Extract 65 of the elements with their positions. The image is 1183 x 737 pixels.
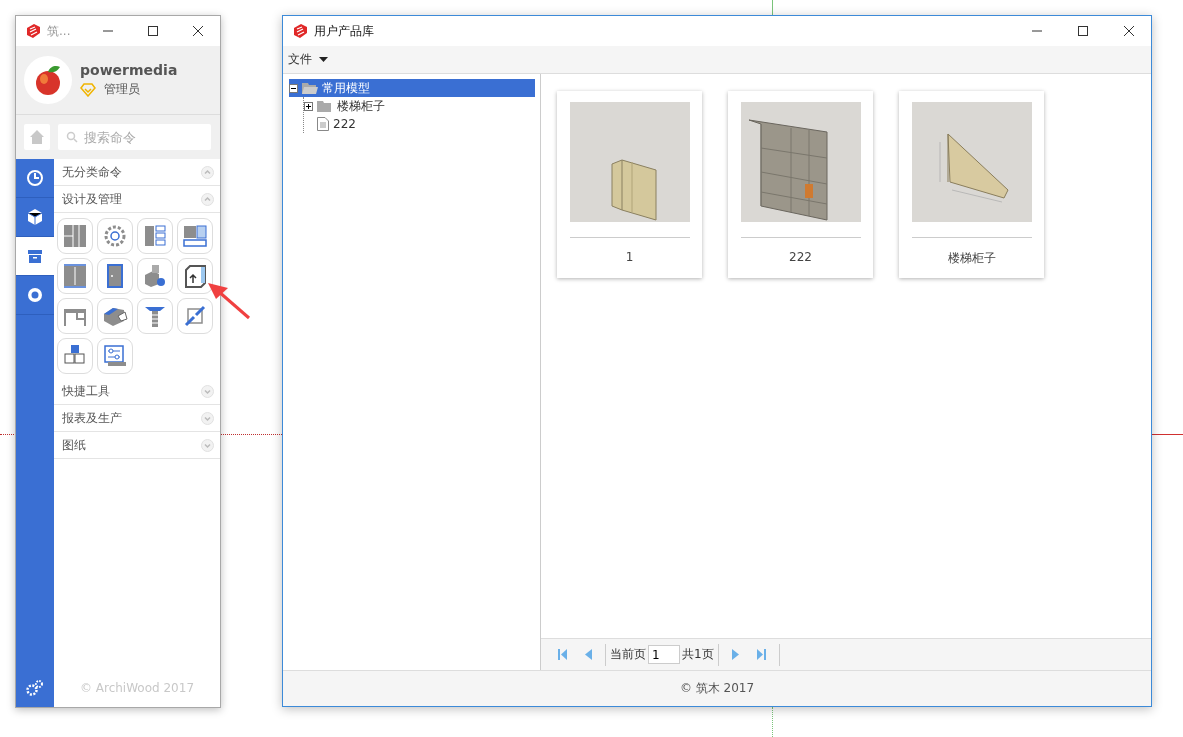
tool-button[interactable] — [177, 298, 213, 334]
app-logo-icon — [292, 23, 308, 39]
section-header[interactable]: 无分类命令 — [62, 163, 122, 181]
ring-icon — [26, 286, 44, 304]
total-pages-label: 共1页 — [682, 646, 714, 663]
tool-button[interactable] — [57, 298, 93, 334]
diamond-icon — [80, 82, 96, 97]
maximize-icon[interactable] — [1077, 25, 1089, 37]
page-input[interactable]: 1 — [648, 645, 680, 664]
tool-button[interactable] — [177, 258, 213, 294]
tree-item-label: 楼梯柜子 — [337, 97, 385, 115]
tool-button[interactable] — [177, 218, 213, 254]
section-header[interactable]: 报表及生产 — [62, 409, 122, 427]
tool-button[interactable] — [137, 298, 173, 334]
settings-icon[interactable] — [26, 680, 44, 696]
tool-button[interactable] — [137, 258, 173, 294]
cube-icon — [26, 208, 44, 226]
search-field[interactable]: 搜索命令 — [58, 124, 211, 150]
current-page-label: 当前页 — [610, 646, 646, 663]
user-role: 管理员 — [104, 81, 140, 98]
copyright-text: © 筑木 2017 — [679, 680, 755, 697]
section-header[interactable]: 设计及管理 — [62, 190, 122, 208]
product-card[interactable]: 1 — [557, 91, 702, 278]
axis-line — [1152, 434, 1183, 435]
product-card[interactable]: 222 — [728, 91, 873, 278]
tool-button[interactable] — [57, 218, 93, 254]
folder-icon — [302, 82, 318, 94]
product-name: 楼梯柜子 — [947, 250, 996, 267]
tool-button[interactable] — [97, 298, 133, 334]
annotation-arrow — [208, 283, 250, 320]
close-icon[interactable] — [1123, 25, 1135, 37]
dropdown-caret-icon[interactable] — [319, 56, 328, 63]
window-title: 筑... — [47, 22, 71, 40]
clock-icon — [26, 169, 44, 187]
tool-button[interactable] — [97, 218, 133, 254]
tree-item[interactable]: 楼梯柜子 — [304, 97, 535, 115]
tree-item[interactable]: 常用模型 — [289, 79, 535, 97]
section-header[interactable]: 快捷工具 — [62, 382, 110, 400]
tree-item-label: 常用模型 — [322, 79, 370, 97]
folder-icon — [317, 100, 333, 112]
apple-icon — [33, 64, 63, 96]
tool-button[interactable] — [57, 258, 93, 294]
nav-tab[interactable] — [16, 237, 54, 276]
section-header[interactable]: 图纸 — [62, 436, 86, 454]
tree-item-label: 222 — [333, 117, 356, 131]
tool-button[interactable] — [57, 338, 93, 374]
product-name: 1 — [625, 250, 634, 264]
close-icon[interactable] — [192, 25, 204, 37]
menu-item[interactable]: 文件 — [288, 51, 312, 68]
collapse-icon[interactable] — [289, 83, 298, 93]
box-icon — [26, 247, 44, 265]
tree-item[interactable]: 222 — [304, 115, 535, 133]
maximize-icon[interactable] — [147, 25, 159, 37]
tool-button[interactable] — [137, 218, 173, 254]
user-name: powermedia — [80, 62, 178, 78]
file-icon — [317, 117, 329, 131]
app-logo-icon — [25, 23, 41, 39]
axis-line — [772, 0, 773, 15]
tool-button[interactable] — [97, 258, 133, 294]
product-name: 222 — [789, 250, 812, 264]
expand-icon[interactable] — [304, 101, 313, 111]
window-title: 用户产品库 — [314, 22, 374, 40]
home-icon — [29, 129, 45, 145]
product-card[interactable]: 楼梯柜子 — [899, 91, 1044, 278]
tool-button[interactable] — [97, 338, 133, 374]
